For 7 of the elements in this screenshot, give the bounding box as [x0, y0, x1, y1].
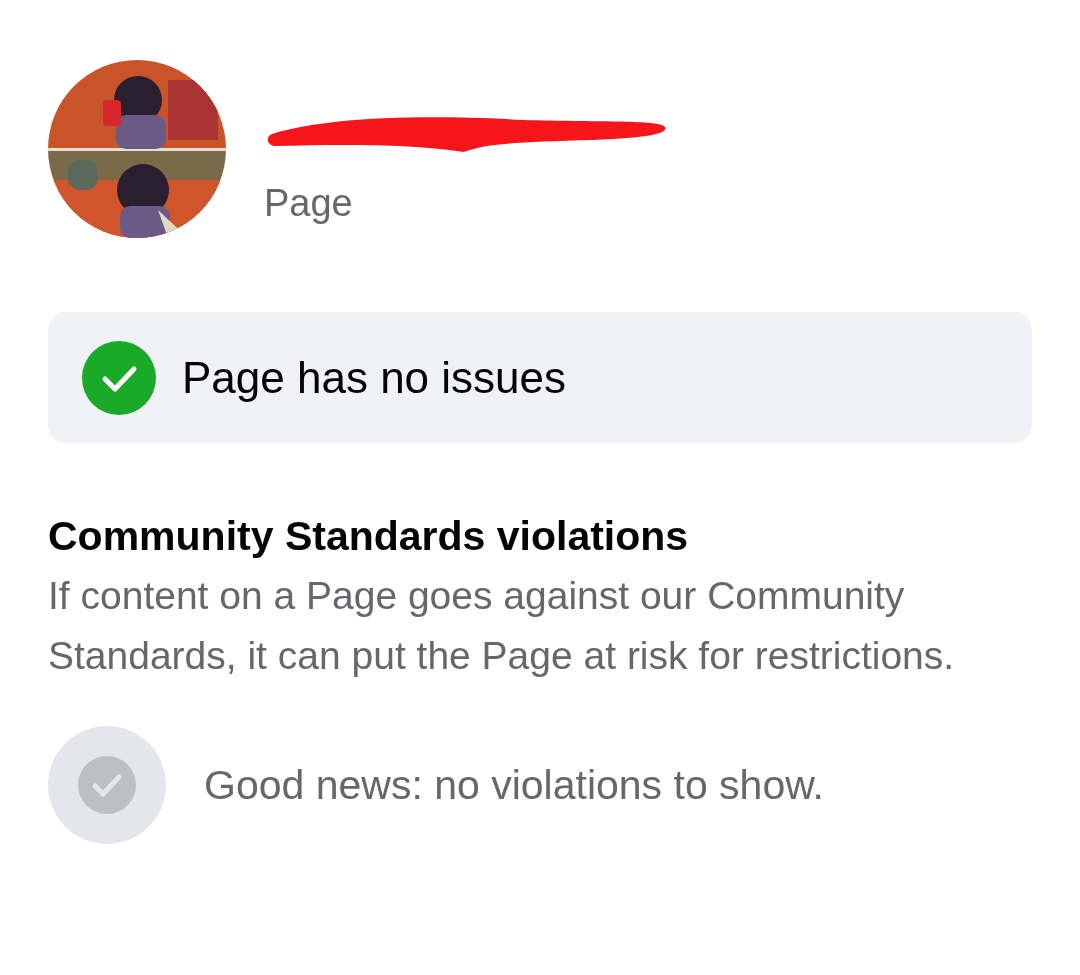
page-category: Page	[264, 181, 354, 225]
status-text: Page has no issues	[182, 352, 567, 403]
empty-message: Good news: no violations to show.	[204, 761, 824, 809]
section-description: If content on a Page goes against our Community Standards, it can put the Page at risk for restrictions.	[48, 573, 956, 679]
section-title: Community Standards violations	[48, 513, 690, 560]
check-icon	[48, 726, 166, 844]
check-icon	[82, 340, 156, 415]
